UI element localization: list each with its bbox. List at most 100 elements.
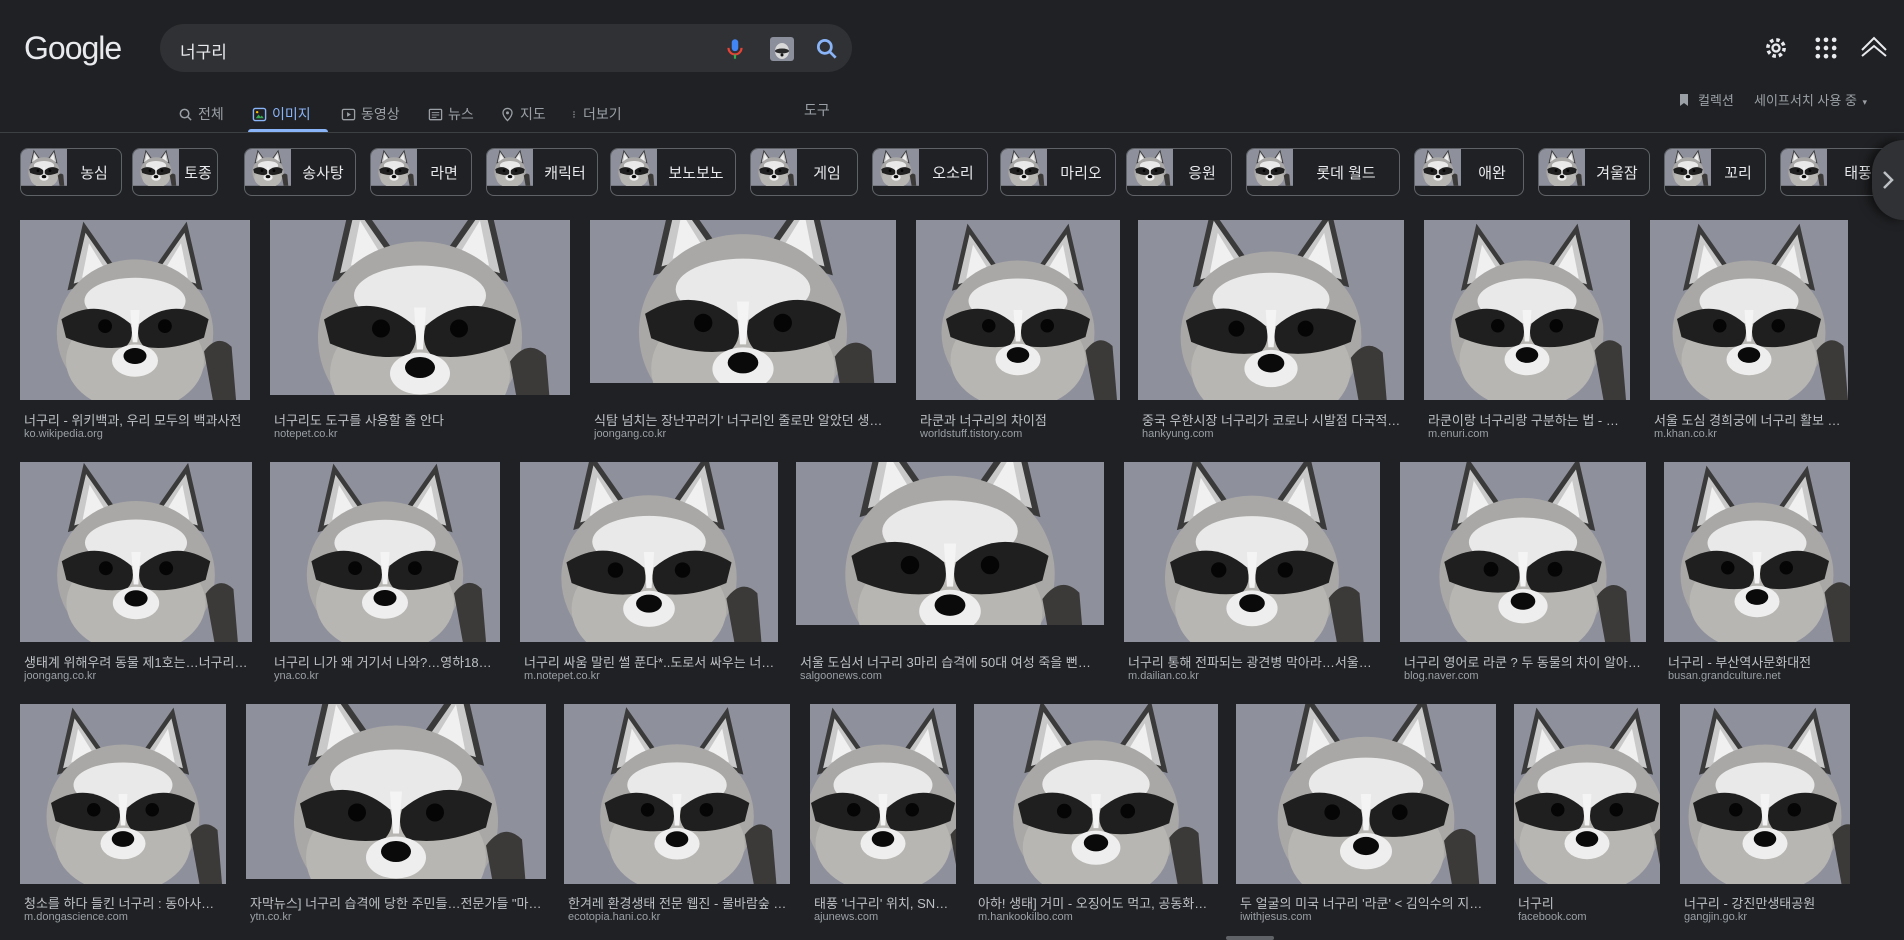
settings-gear-icon[interactable]	[1762, 34, 1790, 62]
image-result[interactable]: 식탐 넘치는 장난꾸러기' 너구리인 줄로만 알았던 생물… joongang.c…	[590, 220, 896, 446]
result-source[interactable]: m.dailian.co.kr	[1128, 670, 1378, 682]
result-title[interactable]: 서울 도심 경희궁에 너구리 활보 장면 포…	[1654, 410, 1846, 429]
result-thumbnail[interactable]	[810, 704, 956, 884]
result-source[interactable]: iwithjesus.com	[1240, 911, 1494, 923]
result-thumbnail[interactable]	[1680, 704, 1850, 884]
tab-maps[interactable]: 지도	[500, 96, 546, 132]
result-thumbnail[interactable]	[20, 704, 226, 884]
result-title[interactable]: 식탐 넘치는 장난꾸러기' 너구리인 줄로만 알았던 생물…	[594, 410, 894, 429]
result-source[interactable]: gangjin.go.kr	[1684, 911, 1848, 923]
microphone-icon[interactable]	[722, 36, 748, 62]
result-source[interactable]: ajunews.com	[814, 911, 954, 923]
tab-images[interactable]: 이미지	[252, 96, 311, 132]
image-result[interactable]: 너구리 - 강진만생태공원 gangjin.go.kr	[1680, 704, 1850, 929]
tab-news[interactable]: 뉴스	[428, 96, 474, 132]
google-apps-icon[interactable]	[1812, 34, 1840, 62]
tab-more[interactable]: 더보기	[570, 96, 622, 132]
result-title[interactable]: 너구리 통해 전파되는 광견병 막아라…서울…	[1128, 652, 1378, 671]
result-thumbnail[interactable]	[796, 462, 1104, 625]
related-chip[interactable]: 캐릭터	[486, 148, 598, 196]
result-title[interactable]: 너구리 영어로 라쿤 ? 두 동물의 차이 알아…	[1404, 652, 1644, 671]
image-result[interactable]: 너구리 싸움 말린 썰 푼다*..도로서 싸우는 너… m.notepet.co.…	[520, 462, 778, 688]
image-result[interactable]: 너구리 영어로 라쿤 ? 두 동물의 차이 알아… blog.naver.com	[1400, 462, 1646, 688]
result-thumbnail[interactable]	[20, 220, 250, 400]
result-title[interactable]: 생태계 위해우려 동물 제1호는…너구리 …	[24, 652, 250, 671]
result-source[interactable]: busan.grandculture.net	[1668, 670, 1848, 682]
result-title[interactable]: 중국 우한시장 너구리가 코로나 시발점 다국적…	[1142, 410, 1402, 429]
result-source[interactable]: ko.wikipedia.org	[24, 428, 248, 440]
image-result[interactable]: 청소를 하다 들킨 너구리 : 동아사… m.dongascience.com	[20, 704, 226, 929]
image-result[interactable]: 중국 우한시장 너구리가 코로나 시발점 다국적… hankyung.com	[1138, 220, 1404, 446]
image-result[interactable]: 한겨레 환경생태 전문 웹진 - 물바람숲 … ecotopia.hani.co.…	[564, 704, 790, 929]
result-source[interactable]: hankyung.com	[1142, 428, 1402, 440]
result-title[interactable]: 너구리 - 강진만생태공원	[1684, 893, 1848, 912]
related-chip[interactable]: 마리오	[1000, 148, 1116, 196]
result-title[interactable]: 서울 도심서 너구리 3마리 습격에 50대 여성 죽을 뻔했…	[800, 652, 1102, 671]
result-thumbnail[interactable]	[590, 220, 896, 383]
image-result[interactable]: 두 얼굴의 미국 너구리 '라쿤' < 김익수의 지속… iwithjesus.c…	[1236, 704, 1496, 929]
related-chip[interactable]: 오소리	[872, 148, 988, 196]
result-thumbnail[interactable]	[1400, 462, 1646, 642]
related-chip[interactable]: 응원	[1126, 148, 1232, 196]
collections-link[interactable]: 컬렉션	[1676, 90, 1734, 109]
result-thumbnail[interactable]	[1236, 704, 1496, 884]
result-source[interactable]: joongang.co.kr	[594, 428, 894, 440]
image-result[interactable]: 너구리 facebook.com	[1514, 704, 1660, 929]
related-chip[interactable]: 라면	[370, 148, 472, 196]
result-source[interactable]: salgoonews.com	[800, 670, 1102, 682]
image-result[interactable]: 태풍 '너구리' 위치, SNS… ajunews.com	[810, 704, 956, 929]
image-result[interactable]: 서울 도심 경희궁에 너구리 활보 장면 포…m.khan.co.kr	[1650, 220, 1848, 446]
result-source[interactable]: ecotopia.hani.co.kr	[568, 911, 788, 923]
search-icon[interactable]	[814, 36, 840, 62]
related-chip[interactable]: 농심	[20, 148, 122, 196]
result-source[interactable]: m.dongascience.com	[24, 911, 224, 923]
result-source[interactable]: m.khan.co.kr	[1654, 428, 1846, 440]
search-by-image-icon[interactable]	[769, 36, 795, 62]
tools-button[interactable]: 도구	[804, 100, 830, 120]
result-thumbnail[interactable]	[20, 462, 252, 642]
result-thumbnail[interactable]	[916, 220, 1120, 400]
result-title[interactable]: 너구리	[1518, 893, 1658, 912]
result-thumbnail[interactable]	[270, 462, 500, 642]
result-source[interactable]: blog.naver.com	[1404, 670, 1644, 682]
tab-all[interactable]: 전체	[178, 96, 224, 132]
image-result[interactable]: 너구리 통해 전파되는 광견병 막아라…서울… m.dailian.co.kr	[1124, 462, 1380, 688]
result-title[interactable]: 너구리 - 부산역사문화대전	[1668, 652, 1848, 671]
related-chip[interactable]: 애완	[1414, 148, 1524, 196]
result-title[interactable]: 라쿤이랑 너구리랑 구분하는 법 - …	[1428, 410, 1628, 429]
result-source[interactable]: worldstuff.tistory.com	[920, 428, 1118, 440]
result-source[interactable]: yna.co.kr	[274, 670, 498, 682]
result-title[interactable]: 너구리도 도구를 사용할 줄 안다	[274, 410, 568, 429]
result-thumbnail[interactable]	[1124, 462, 1380, 642]
related-chip[interactable]: 꼬리	[1664, 148, 1766, 196]
result-title[interactable]: 두 얼굴의 미국 너구리 '라쿤' < 김익수의 지속…	[1240, 893, 1494, 912]
image-result[interactable]: 생태계 위해우려 동물 제1호는…너구리 … joongang.co.kr	[20, 462, 252, 688]
related-chip[interactable]: 송사탕	[244, 148, 356, 196]
image-result[interactable]: 서울 도심서 너구리 3마리 습격에 50대 여성 죽을 뻔했… salgoone…	[796, 462, 1104, 688]
result-title[interactable]: 라쿤과 너구리의 차이점	[920, 410, 1118, 429]
safesearch-toggle[interactable]: 세이프서치 사용 중 ▾	[1754, 90, 1867, 109]
result-source[interactable]: m.hankookilbo.com	[978, 911, 1216, 923]
image-result[interactable]: 라쿤이랑 너구리랑 구분하는 법 - … m.enuri.com	[1424, 220, 1630, 446]
result-title[interactable]: 자막뉴스] 너구리 습격에 당한 주민들…전문가들 "마…	[250, 893, 544, 912]
image-result[interactable]: 자막뉴스] 너구리 습격에 당한 주민들…전문가들 "마… ytn.co.kr	[246, 704, 546, 929]
result-title[interactable]: 너구리 - 위키백과, 우리 모두의 백과사전	[24, 410, 248, 429]
result-thumbnail[interactable]	[270, 220, 570, 395]
result-source[interactable]: joongang.co.kr	[24, 670, 250, 682]
result-source[interactable]: notepet.co.kr	[274, 428, 568, 440]
related-chip[interactable]: 겨울잠	[1538, 148, 1650, 196]
result-source[interactable]: m.enuri.com	[1428, 428, 1628, 440]
search-input[interactable]: 너구리	[180, 38, 227, 63]
result-source[interactable]: facebook.com	[1518, 911, 1658, 923]
result-thumbnail[interactable]	[1514, 704, 1660, 884]
result-source[interactable]: m.notepet.co.kr	[524, 670, 776, 682]
result-title[interactable]: 아하! 생태] 거미 - 오징어도 먹고, 공동화…	[978, 893, 1216, 912]
related-chip[interactable]: 롯데 월드	[1246, 148, 1400, 196]
image-result[interactable]: 너구리 - 위키백과, 우리 모두의 백과사전 ko.wikipedia.org	[20, 220, 250, 446]
result-title[interactable]: 너구리 싸움 말린 썰 푼다*..도로서 싸우는 너…	[524, 652, 776, 671]
image-result[interactable]: 아하! 생태] 거미 - 오징어도 먹고, 공동화… m.hankookilbo.…	[974, 704, 1218, 929]
image-result[interactable]: 너구리 - 부산역사문화대전 busan.grandculture.net	[1664, 462, 1850, 688]
related-chip[interactable]: 보노보노	[610, 148, 736, 196]
result-thumbnail[interactable]	[520, 462, 778, 642]
tab-videos[interactable]: 동영상	[341, 96, 400, 132]
